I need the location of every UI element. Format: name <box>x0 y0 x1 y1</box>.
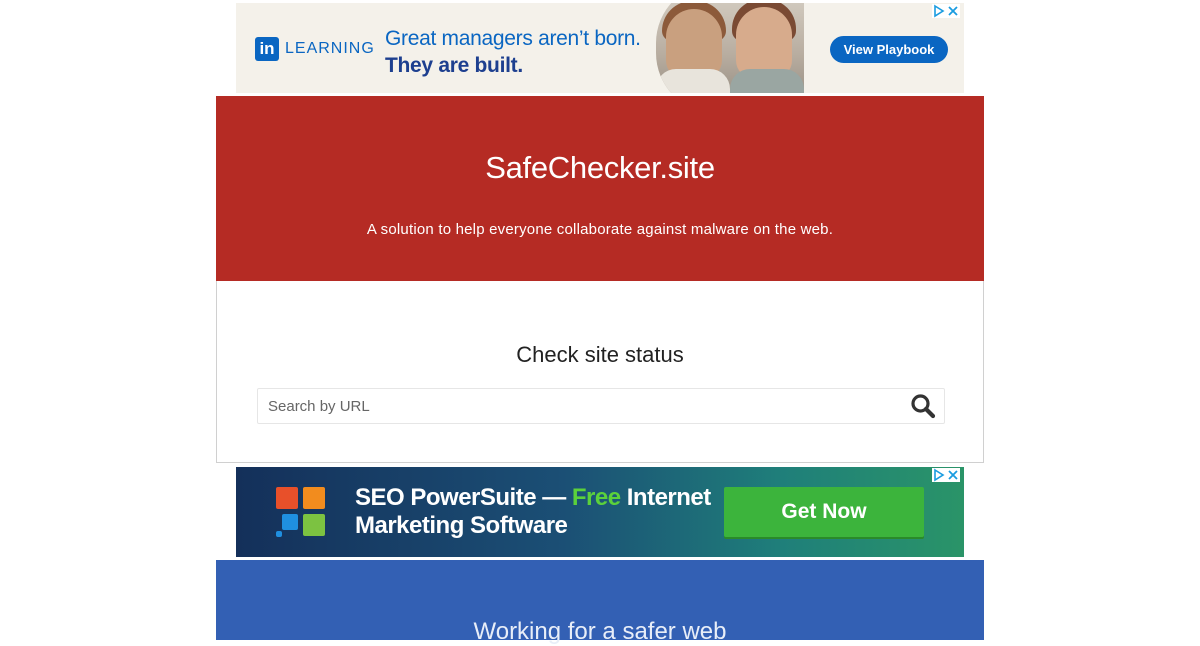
search-icon[interactable] <box>910 393 936 419</box>
view-playbook-button[interactable]: View Playbook <box>830 36 948 63</box>
learning-wordmark: LEARNING <box>285 40 375 57</box>
seo-powersuite-ad[interactable]: SEO PowerSuite — Free Internet Marketing… <box>236 467 964 557</box>
close-icon[interactable] <box>946 4 960 18</box>
ad-headline: Great managers aren’t born. They are bui… <box>385 25 641 79</box>
ad-mid-text-part2: Internet <box>626 484 712 511</box>
site-tagline: A solution to help everyone collaborate … <box>366 221 834 238</box>
close-icon[interactable] <box>946 468 960 482</box>
site-title[interactable]: SafeChecker.site <box>216 150 984 186</box>
ad-mid-controls <box>932 468 960 482</box>
ad-mid-line1: SEO PowerSuite — Free Internet <box>355 484 711 512</box>
search-box <box>257 388 945 424</box>
ad-mid-line2: Marketing Software <box>355 512 568 539</box>
top-banner-ad[interactable]: in LEARNING Great managers aren’t born. … <box>236 3 964 93</box>
check-site-panel: Check site status <box>216 281 984 463</box>
ad-headline-line1: Great managers aren’t born. <box>385 27 641 50</box>
ad-controls <box>932 4 960 18</box>
ad-mid-text-part1: SEO PowerSuite — <box>355 484 566 511</box>
get-now-button[interactable]: Get Now <box>724 487 924 537</box>
ad-mid-text-free: Free <box>571 484 621 511</box>
linkedin-learning-logo: in LEARNING <box>255 37 375 61</box>
check-site-heading: Check site status <box>516 342 684 367</box>
ad-headline-line2: They are built. <box>385 54 523 77</box>
adchoices-icon[interactable] <box>932 468 946 482</box>
adchoices-icon[interactable] <box>932 4 946 18</box>
linkedin-icon: in <box>255 37 279 61</box>
ad-photo <box>656 3 804 93</box>
search-input[interactable] <box>268 389 888 423</box>
seo-powersuite-logo <box>276 487 326 537</box>
safer-web-section: Working for a safer web <box>216 560 984 645</box>
safer-web-heading: Working for a safer web <box>473 618 727 645</box>
site-header: SafeChecker.site A solution to help ever… <box>216 96 984 281</box>
ad-mid-text: SEO PowerSuite — Free Internet Marketing… <box>355 484 711 540</box>
